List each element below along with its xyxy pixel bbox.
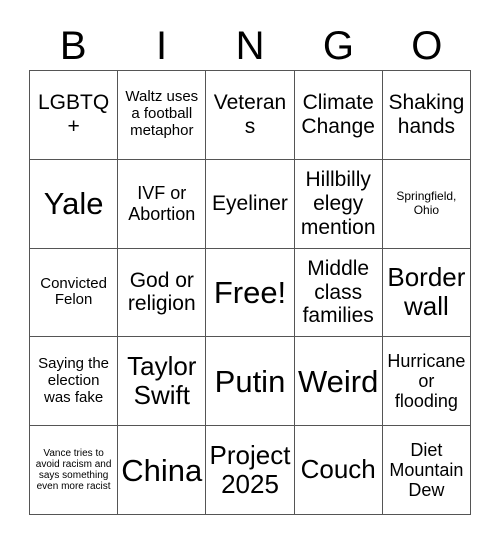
bingo-cell-label: Hurricane or flooding xyxy=(387,350,466,412)
bingo-cell-label: Climate Change xyxy=(301,91,375,138)
bingo-cell-r2c2[interactable]: IVF or Abortion xyxy=(118,159,207,249)
bingo-cell-label: Eyeliner xyxy=(212,191,288,215)
bingo-cell-r4c4[interactable]: Weird xyxy=(294,337,383,427)
bingo-cell-r1c2[interactable]: Waltz uses a football metaphor xyxy=(118,71,207,160)
bingo-header-letter-b: B xyxy=(59,24,87,68)
bingo-cell-r5c2[interactable]: China xyxy=(118,426,207,515)
bingo-cell-label: Veterans xyxy=(213,91,287,138)
bingo-cell-label: Taylor Swift xyxy=(127,350,197,411)
bingo-cell-r3c4[interactable]: Middle class families xyxy=(294,248,383,338)
bingo-cell-r1c5[interactable]: Shaking hands xyxy=(382,71,471,160)
bingo-cell-r1c1[interactable]: LGBTQ+ xyxy=(30,71,119,160)
bingo-cell-label: Weird xyxy=(297,363,379,399)
bingo-cell-r3c5[interactable]: Border wall xyxy=(382,248,471,338)
bingo-cell-r5c1[interactable]: Vance tries to avoid racism and says som… xyxy=(30,426,119,515)
bingo-header: B I N G O xyxy=(29,22,471,70)
bingo-cell-r2c5[interactable]: Springfield, Ohio xyxy=(382,159,471,249)
bingo-cell-label: Convicted Felon xyxy=(40,274,107,309)
bingo-cell-r2c3[interactable]: Eyeliner xyxy=(206,159,295,249)
bingo-cell-free-space[interactable]: Free! xyxy=(206,248,295,338)
bingo-cell-label: Diet Mountain Dew xyxy=(389,439,464,501)
bingo-header-letter-o: O xyxy=(411,24,443,68)
bingo-cell-r4c5[interactable]: Hurricane or flooding xyxy=(382,337,471,427)
bingo-cell-label: Border wall xyxy=(387,262,466,322)
bingo-header-letter-n: N xyxy=(235,24,265,68)
bingo-cell-label: Saying the election was fake xyxy=(38,354,110,406)
bingo-cell-r4c3[interactable]: Putin xyxy=(206,337,295,427)
bingo-cell-label: Free! xyxy=(213,274,287,310)
bingo-cell-label: China xyxy=(121,452,203,488)
bingo-cell-r5c4[interactable]: Couch xyxy=(294,426,383,515)
bingo-cell-r2c4[interactable]: Hillbilly elegy mention xyxy=(294,159,383,249)
bingo-cell-label: IVF or Abortion xyxy=(128,183,196,224)
bingo-cell-r5c5[interactable]: Diet Mountain Dew xyxy=(382,426,471,515)
bingo-cell-label: Vance tries to avoid racism and says som… xyxy=(35,447,112,493)
bingo-cell-label: Shaking hands xyxy=(388,91,465,138)
bingo-header-letter-g: G xyxy=(322,24,354,68)
bingo-cell-label: Waltz uses a football metaphor xyxy=(125,88,199,140)
bingo-cell-label: Couch xyxy=(300,454,376,485)
bingo-cell-r4c2[interactable]: Taylor Swift xyxy=(118,337,207,427)
bingo-header-letter-i: I xyxy=(156,24,168,68)
bingo-cell-label: Project 2025 xyxy=(209,439,291,500)
bingo-cell-label: Middle class families xyxy=(302,256,374,328)
bingo-cell-r4c1[interactable]: Saying the election was fake xyxy=(30,337,119,427)
bingo-cell-label: Springfield, Ohio xyxy=(396,189,457,217)
bingo-cell-r2c1[interactable]: Yale xyxy=(30,159,119,249)
bingo-cell-label: God or religion xyxy=(127,268,196,316)
bingo-cell-label: LGBTQ+ xyxy=(38,91,110,138)
bingo-grid: LGBTQ+ Waltz uses a football metaphor Ve… xyxy=(29,70,471,515)
bingo-cell-r1c4[interactable]: Climate Change xyxy=(294,71,383,160)
bingo-cell-label: Hillbilly elegy mention xyxy=(300,168,376,239)
bingo-cell-r3c1[interactable]: Convicted Felon xyxy=(30,248,119,338)
bingo-cell-label: Yale xyxy=(43,186,104,222)
bingo-cell-r5c3[interactable]: Project 2025 xyxy=(206,426,295,515)
bingo-cell-label: Putin xyxy=(214,363,286,399)
bingo-card: B I N G O LGBTQ+ Waltz uses a football m… xyxy=(0,0,500,544)
bingo-cell-r3c2[interactable]: God or religion xyxy=(118,248,207,338)
bingo-cell-r1c3[interactable]: Veterans xyxy=(206,71,295,160)
